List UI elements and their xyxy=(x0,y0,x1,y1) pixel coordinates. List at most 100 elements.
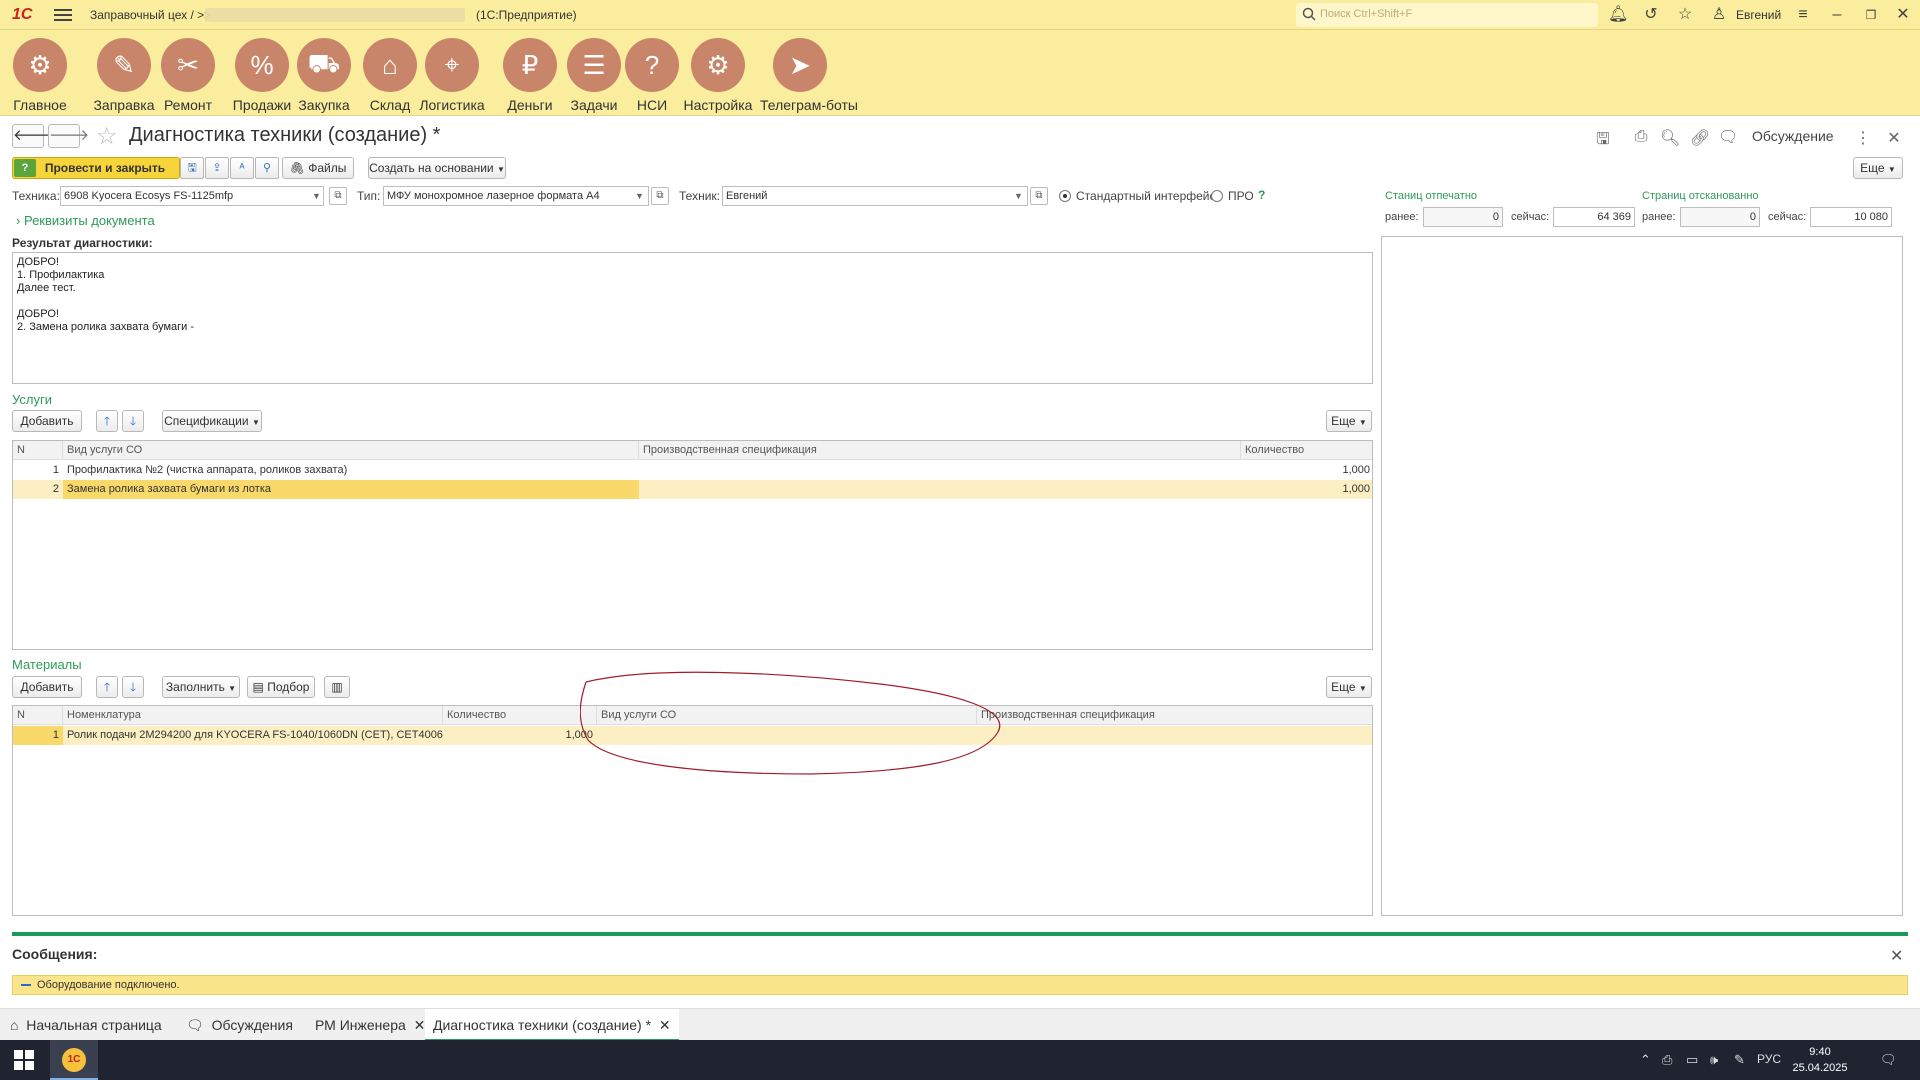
col-n[interactable]: N xyxy=(13,441,63,460)
materials-add-button[interactable]: Добавить xyxy=(12,676,82,698)
volume-tray-icon[interactable]: 🕪 xyxy=(1710,1052,1718,1068)
services-table[interactable]: N Вид услуги СО Производственная специфи… xyxy=(12,440,1373,650)
tab-close-icon[interactable]: ✕ xyxy=(659,1017,671,1033)
preview-icon[interactable]: 🔍︎ xyxy=(1660,128,1680,148)
move-down-icon[interactable]: 🡓 xyxy=(122,410,144,432)
cell-spec[interactable] xyxy=(639,480,1241,499)
pen-tray-icon[interactable]: ✎ xyxy=(1734,1052,1745,1068)
specifications-button[interactable]: Спецификации ▼ xyxy=(162,410,262,432)
materials-more-button[interactable]: Еще ▼ xyxy=(1326,676,1372,698)
back-button[interactable]: 🡐 xyxy=(12,124,53,148)
dropdown-arrow-icon[interactable]: ▼ xyxy=(1014,191,1023,201)
open-icon[interactable]: ⧉ xyxy=(329,187,347,205)
discussion-button[interactable]: Обсуждение xyxy=(1752,128,1834,144)
printer-tray-icon[interactable]: ⎙ xyxy=(1662,1052,1672,1068)
files-button[interactable]: 🖇 Файлы xyxy=(282,157,354,179)
col-service[interactable]: Вид услуги СО xyxy=(63,441,639,460)
type-field[interactable]: МФУ монохромное лазерное формата А4 xyxy=(383,186,649,206)
create-based-on-button[interactable]: Создать на основании ▼ xyxy=(368,157,506,179)
diagnostic-result-field[interactable]: ДОБРО! 1. Профилактика Далее тест. ДОБРО… xyxy=(12,252,1373,384)
cell-service[interactable]: Профилактика №2 (чистка аппарата, ролико… xyxy=(63,461,639,480)
move-down-icon[interactable]: 🡓 xyxy=(122,676,144,698)
notifications-icon[interactable]: 🗨 xyxy=(1880,1052,1897,1068)
search-input[interactable]: Поиск Ctrl+Shift+F xyxy=(1296,3,1598,27)
col-n[interactable]: N xyxy=(13,706,63,725)
fill-button[interactable]: Заполнить ▼ xyxy=(162,676,240,698)
table-row[interactable]: 1 Профилактика №2 (чистка аппарата, роли… xyxy=(13,461,1372,480)
message-item[interactable]: Оборудование подключено. xyxy=(12,975,1908,995)
pick-button[interactable]: ▤ Подбор xyxy=(247,676,315,698)
open-icon[interactable]: ⧉ xyxy=(651,187,669,205)
services-add-button[interactable]: Добавить xyxy=(12,410,82,432)
scanned-now-field[interactable]: 10 080 xyxy=(1810,207,1892,227)
printed-before-field[interactable]: 0 xyxy=(1423,207,1503,227)
requisites-link[interactable]: › Реквизиты документа xyxy=(16,213,155,228)
barcode-icon[interactable]: ▥ xyxy=(324,676,350,698)
radio-standard[interactable] xyxy=(1059,190,1071,202)
post-icon[interactable]: ⇪ xyxy=(205,157,229,179)
chat-icon[interactable]: 🗨 xyxy=(1718,127,1738,147)
col-spec[interactable]: Производственная спецификация xyxy=(639,441,1241,460)
favorite-star-icon[interactable]: ☆ xyxy=(96,122,118,151)
breadcrumb[interactable]: Заправочный цех / >> xyxy=(90,8,211,22)
dropdown-arrow-icon[interactable]: ▼ xyxy=(635,191,644,201)
tab-diagnostics[interactable]: Диагностика техники (создание) * ✕ xyxy=(425,1009,679,1041)
user-name[interactable]: Евгений xyxy=(1736,8,1781,22)
menu-icon[interactable] xyxy=(54,6,72,24)
radio-pro[interactable] xyxy=(1211,190,1223,202)
section-map[interactable]: ⌖ Логистика xyxy=(412,38,492,113)
clock[interactable]: 9:40 25.04.2025 xyxy=(1790,1044,1850,1076)
cell-qty[interactable]: 1,000 xyxy=(1241,461,1372,480)
technique-field[interactable]: 6908 Kyocera Ecosys FS-1125mfp xyxy=(60,186,324,206)
technician-field[interactable]: Евгений xyxy=(722,186,1028,206)
history-icon[interactable]: ↺ xyxy=(1642,6,1660,24)
more-vertical-icon[interactable]: ⋮ xyxy=(1853,128,1873,148)
col-spec[interactable]: Производственная спецификация xyxy=(977,706,1372,725)
cell-qty[interactable]: 1,000 xyxy=(1241,480,1372,499)
section-gears[interactable]: ⚙ Главное xyxy=(0,38,80,113)
cell-qty[interactable]: 1,000 xyxy=(443,726,597,745)
scanned-before-field[interactable]: 0 xyxy=(1680,207,1760,227)
star-icon[interactable]: ☆ xyxy=(1676,6,1694,24)
restore-icon[interactable]: ❐ xyxy=(1862,6,1880,24)
col-qty[interactable]: Количество xyxy=(1241,441,1372,460)
col-item[interactable]: Номенклатура xyxy=(63,706,443,725)
more-button[interactable]: Еще ▼ xyxy=(1853,157,1903,179)
cell-service[interactable]: Замена ролика захвата бумаги из лотка xyxy=(63,480,639,499)
spellcheck-icon[interactable]: ᴬ xyxy=(230,157,254,179)
print-icon[interactable]: ⎙ xyxy=(1631,128,1651,146)
network-tray-icon[interactable]: ▭ xyxy=(1686,1052,1698,1068)
dropdown-arrow-icon[interactable]: ▼ xyxy=(312,191,321,201)
save-icon[interactable]: 🖫 xyxy=(180,157,204,179)
messages-close-icon[interactable]: ✕ xyxy=(1890,946,1903,966)
save-disk-icon[interactable]: 🖫 xyxy=(1593,128,1613,155)
tray-chevron-icon[interactable]: ⌃ xyxy=(1640,1052,1651,1068)
services-more-button[interactable]: Еще ▼ xyxy=(1326,410,1372,432)
link-icon[interactable]: 🔗︎ xyxy=(1690,128,1710,148)
cell-spec[interactable] xyxy=(639,461,1241,480)
tab-close-icon[interactable]: ✕ xyxy=(414,1017,426,1033)
tab-home[interactable]: ⌂ Начальная страница xyxy=(10,1009,162,1041)
tab-engineer-workplace[interactable]: РМ Инженера ✕ xyxy=(315,1009,425,1041)
forward-button[interactable]: 🡒 xyxy=(48,124,89,148)
post-and-close-button[interactable]: ? Провести и закрыть xyxy=(12,157,180,179)
language-indicator[interactable]: РУС xyxy=(1757,1052,1781,1066)
help-icon[interactable]: ? xyxy=(1258,188,1265,202)
settings-lines-icon[interactable]: ≡ xyxy=(1794,6,1812,24)
printed-now-field[interactable]: 64 369 xyxy=(1553,207,1635,227)
cell-spec[interactable] xyxy=(977,726,1372,745)
cell-item[interactable]: Ролик подачи 2M294200 для KYOCERA FS-104… xyxy=(63,726,443,745)
bell-icon[interactable]: 🔔︎ xyxy=(1608,6,1628,24)
tab-discussions[interactable]: 🗨 Обсуждения xyxy=(186,1009,293,1041)
open-icon[interactable]: ⧉ xyxy=(1030,187,1048,205)
section-telegram[interactable]: ➤ Телеграм-боты xyxy=(760,38,858,113)
windows-start-icon[interactable] xyxy=(14,1050,34,1070)
close-icon[interactable]: ✕ xyxy=(1894,6,1912,24)
form-close-icon[interactable]: ✕ xyxy=(1884,128,1904,148)
col-qty[interactable]: Количество xyxy=(443,706,597,725)
structure-icon[interactable]: ⚲ xyxy=(255,157,279,179)
section-settings[interactable]: ⚙ Настройка xyxy=(678,38,758,113)
user-icon[interactable]: ♙ xyxy=(1710,6,1728,24)
minimize-icon[interactable]: – xyxy=(1828,6,1846,24)
move-up-icon[interactable]: 🡑 xyxy=(96,676,118,698)
